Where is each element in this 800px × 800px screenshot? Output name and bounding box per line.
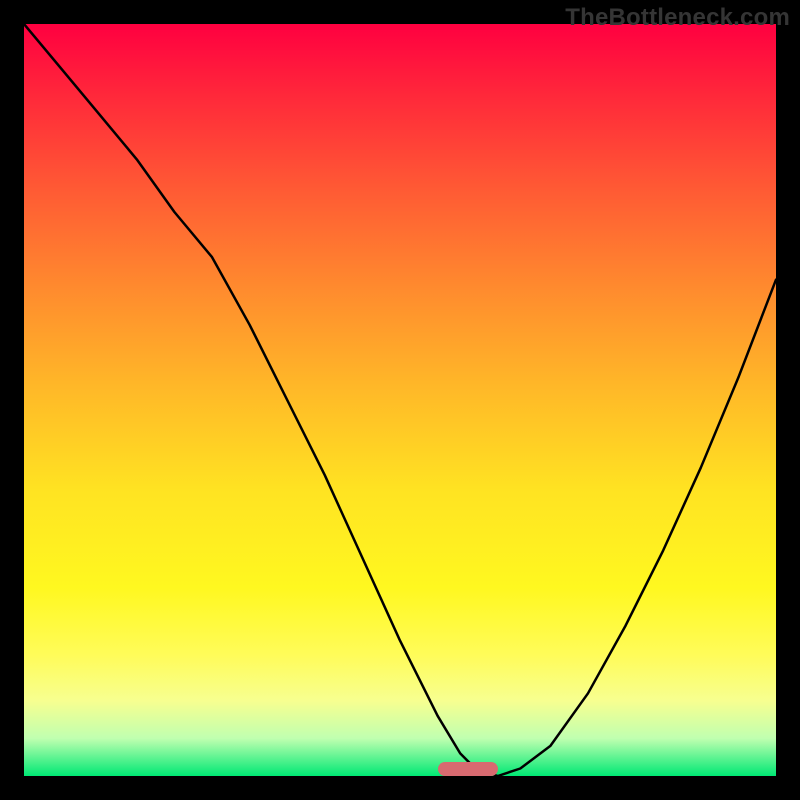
optimal-range-marker xyxy=(438,762,498,776)
chart-frame: TheBottleneck.com xyxy=(0,0,800,800)
plot-area xyxy=(24,24,776,776)
bottleneck-curve xyxy=(24,24,776,776)
watermark-text: TheBottleneck.com xyxy=(565,4,790,32)
